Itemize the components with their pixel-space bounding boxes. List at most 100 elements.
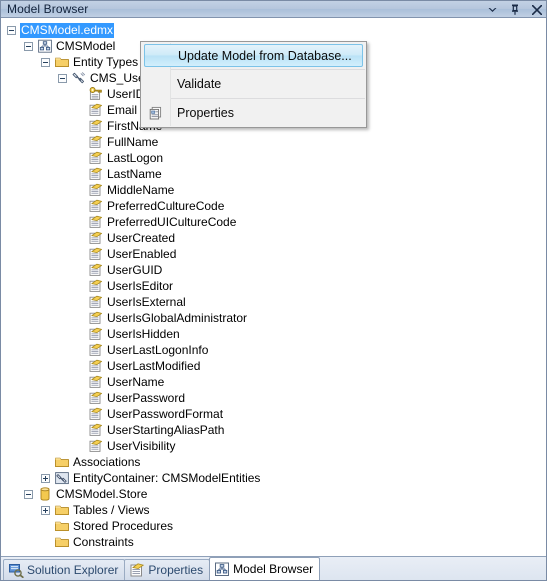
tree-node-row[interactable]: UserLastLogonInfo	[1, 342, 546, 358]
tab-solution-explorer[interactable]: Solution Explorer	[3, 559, 126, 580]
model-icon	[37, 38, 53, 54]
tree-node-row[interactable]: UserPassword	[1, 390, 546, 406]
property-icon	[88, 230, 104, 246]
tree-node-label: PreferredUICultureCode	[107, 214, 237, 229]
tree-node-row[interactable]: PreferredCultureCode	[1, 198, 546, 214]
tree-node-label: UserLastModified	[107, 358, 201, 373]
properties-icon	[129, 562, 145, 578]
context-menu[interactable]: Update Model from Database... Validate Pro…	[140, 41, 367, 128]
properties-icon	[148, 105, 164, 121]
property-icon	[88, 422, 104, 438]
folder-icon	[54, 534, 70, 550]
close-icon[interactable]	[530, 2, 543, 17]
tree-node-label: Stored Procedures	[73, 518, 174, 533]
property-icon	[88, 182, 104, 198]
tree-node-label: Email	[107, 102, 138, 117]
page-title: Model Browser	[7, 2, 89, 16]
tree-node-label: PreferredCultureCode	[107, 198, 225, 213]
titlebar-button-group	[486, 1, 543, 18]
tree-node-row[interactable]: UserEnabled	[1, 246, 546, 262]
property-icon	[88, 406, 104, 422]
expand-icon[interactable]	[41, 505, 50, 515]
pin-icon[interactable]	[508, 2, 521, 17]
tree-node-row[interactable]: EntityContainer: CMSModelEntities	[1, 470, 546, 486]
property-icon	[88, 294, 104, 310]
tree-node-label: UserStartingAliasPath	[107, 422, 225, 437]
tree-node-row[interactable]: UserName	[1, 374, 546, 390]
collapse-icon[interactable]	[58, 73, 67, 83]
tree-node-row[interactable]: Constraints	[1, 534, 546, 550]
tree-node-row[interactable]: CMSModel.Store	[1, 486, 546, 502]
tree-node-row[interactable]: UserCreated	[1, 230, 546, 246]
model-browser-tool-window: Model Browser CMSModel.edmx CMSModel Ent…	[0, 0, 547, 581]
property-icon	[88, 374, 104, 390]
model-browser-tree[interactable]: CMSModel.edmx CMSModel Entity Types CMS_Use…	[1, 18, 546, 556]
folder-icon	[54, 54, 70, 70]
property-icon	[88, 326, 104, 342]
context-menu-item-label: Validate	[177, 77, 222, 91]
entity-icon	[71, 70, 87, 86]
tree-node-label: UserPasswordFormat	[107, 406, 224, 421]
tree-node-label: MiddleName	[107, 182, 175, 197]
context-menu-item-label: Properties	[177, 106, 234, 120]
property-icon	[88, 214, 104, 230]
tab-label: Properties	[148, 563, 204, 577]
tree-node-row[interactable]: UserLastModified	[1, 358, 546, 374]
tree-node-label: UserLastLogonInfo	[107, 342, 209, 357]
tree-node-row[interactable]: LastLogon	[1, 150, 546, 166]
property-icon	[88, 262, 104, 278]
property-icon	[88, 102, 104, 118]
property-icon	[88, 310, 104, 326]
tree-node-label: UserIsExternal	[107, 294, 186, 309]
property-icon	[88, 438, 104, 454]
context-menu-item[interactable]: Validate	[141, 72, 366, 96]
property-icon	[88, 342, 104, 358]
tool-window-titlebar: Model Browser	[1, 1, 546, 18]
tree-node-row[interactable]: UserPasswordFormat	[1, 406, 546, 422]
tree-node-row[interactable]: MiddleName	[1, 182, 546, 198]
property-icon	[88, 278, 104, 294]
tree-node-label: UserVisibility	[107, 438, 176, 453]
tree-node-row[interactable]: Stored Procedures	[1, 518, 546, 534]
tree-node-row[interactable]: UserIsEditor	[1, 278, 546, 294]
key-property-icon	[88, 86, 104, 102]
tree-node-row[interactable]: UserIsExternal	[1, 294, 546, 310]
tree-node-label: UserPassword	[107, 390, 186, 405]
tree-node-row[interactable]: CMSModel.edmx	[1, 22, 546, 38]
tree-node-row[interactable]: UserVisibility	[1, 438, 546, 454]
folder-icon	[54, 518, 70, 534]
context-menu-item[interactable]: Update Model from Database...	[144, 44, 363, 67]
collapse-icon[interactable]	[41, 57, 50, 67]
collapse-icon[interactable]	[24, 489, 33, 499]
property-icon	[88, 198, 104, 214]
folder-icon	[54, 454, 70, 470]
tree-node-label: Constraints	[73, 534, 134, 549]
tree-node-row[interactable]: UserIsGlobalAdministrator	[1, 310, 546, 326]
chevron-down-icon[interactable]	[486, 2, 499, 17]
collapse-icon[interactable]	[7, 25, 16, 35]
folder-icon	[54, 502, 70, 518]
tree-node-row[interactable]: LastName	[1, 166, 546, 182]
tree-node-row[interactable]: UserGUID	[1, 262, 546, 278]
tree-node-label: CMSModel	[56, 38, 116, 53]
expand-icon[interactable]	[41, 473, 50, 483]
tree-node-label: UserCreated	[107, 230, 176, 245]
tree-node-row[interactable]: Tables / Views	[1, 502, 546, 518]
tab-properties[interactable]: Properties	[124, 559, 211, 580]
bottom-tab-strip: Solution Explorer Properties Model Brows…	[1, 556, 546, 580]
tab-model-browser[interactable]: Model Browser	[209, 557, 321, 580]
context-menu-item[interactable]: Properties	[141, 101, 366, 125]
container-icon	[54, 470, 70, 486]
tree-node-label: UserIsHidden	[107, 326, 180, 341]
tree-node-row[interactable]: PreferredUICultureCode	[1, 214, 546, 230]
solution-explorer-icon	[8, 562, 24, 578]
tree-node-row[interactable]: UserIsHidden	[1, 326, 546, 342]
tree-node-row[interactable]: Associations	[1, 454, 546, 470]
tree-node-row[interactable]: FullName	[1, 134, 546, 150]
tree-node-row[interactable]: UserStartingAliasPath	[1, 422, 546, 438]
tree-node-label: UserEnabled	[107, 246, 177, 261]
collapse-icon[interactable]	[24, 41, 33, 51]
tree-node-label: UserIsGlobalAdministrator	[107, 310, 248, 325]
model-browser-icon	[214, 561, 230, 577]
property-icon	[88, 166, 104, 182]
